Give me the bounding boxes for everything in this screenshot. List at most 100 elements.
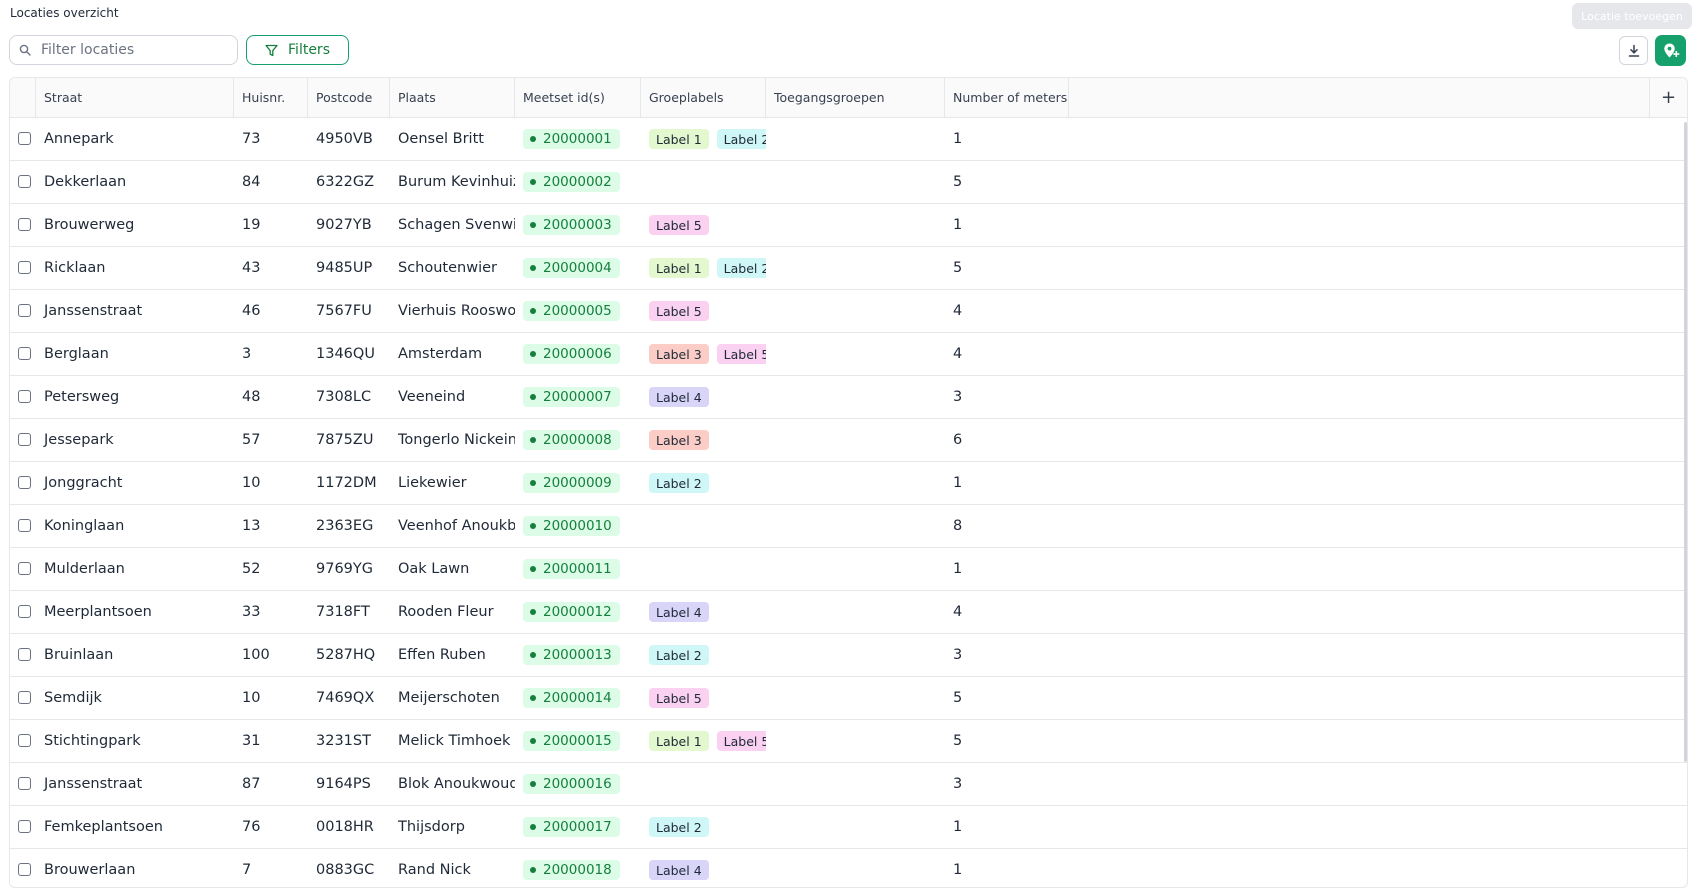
cell-number-of-meters: 5: [953, 733, 963, 749]
table-row[interactable]: Jonggracht 10 1172DM Liekewier 20000009 Label…: [10, 462, 1687, 505]
meetset-badge[interactable]: 20000013: [523, 645, 620, 665]
meetset-badge[interactable]: 20000007: [523, 387, 620, 407]
cell-groeplabels: [641, 763, 766, 805]
meetset-badge[interactable]: 20000015: [523, 731, 620, 751]
column-header-toegangsgroepen[interactable]: Toegangsgroepen: [766, 78, 945, 117]
status-dot-icon: [530, 781, 536, 787]
row-checkbox[interactable]: [18, 433, 31, 446]
status-dot-icon: [530, 523, 536, 529]
meetset-badge[interactable]: 20000003: [523, 215, 620, 235]
meetset-badge[interactable]: 20000017: [523, 817, 620, 837]
row-checkbox[interactable]: [18, 691, 31, 704]
status-dot-icon: [530, 867, 536, 873]
meetset-badge[interactable]: 20000008: [523, 430, 620, 450]
column-header-huisnr[interactable]: Huisnr.: [234, 78, 308, 117]
table-header: Straat Huisnr. Postcode Plaats Meetset i…: [10, 78, 1687, 118]
table-row[interactable]: Jessepark 57 7875ZU Tongerlo Nickeind 200000…: [10, 419, 1687, 462]
meetset-badge[interactable]: 20000018: [523, 860, 620, 880]
meetset-badge[interactable]: 20000016: [523, 774, 620, 794]
table-row[interactable]: Meerplantsoen 33 7318FT Rooden Fleur 2000001…: [10, 591, 1687, 634]
table-row[interactable]: Petersweg 48 7308LC Veeneind 20000007 Label 4…: [10, 376, 1687, 419]
row-checkbox[interactable]: [18, 347, 31, 360]
cell-plaats: Amsterdam: [398, 346, 483, 362]
row-checkbox[interactable]: [18, 777, 31, 790]
cell-huisnr: 7: [242, 862, 252, 878]
group-label-badge: Label 5: [649, 215, 709, 235]
column-header-groeplabels[interactable]: Groeplabels: [641, 78, 766, 117]
column-header-number-of-meters[interactable]: Number of meters: [945, 78, 1069, 117]
table-row[interactable]: Koninglaan 13 2363EG Veenhof Anoukburg 20000…: [10, 505, 1687, 548]
table-row[interactable]: Brouwerweg 19 9027YB Schagen Svenwijk 200000…: [10, 204, 1687, 247]
column-header-meetset[interactable]: Meetset id(s): [515, 78, 641, 117]
meetset-id: 20000006: [543, 346, 612, 362]
meetset-badge[interactable]: 20000012: [523, 602, 620, 622]
meetset-badge[interactable]: 20000014: [523, 688, 620, 708]
meetset-badge[interactable]: 20000011: [523, 559, 620, 579]
table-row[interactable]: Ricklaan 43 9485UP Schoutenwier 20000004 Labe…: [10, 247, 1687, 290]
table-row[interactable]: Berglaan 3 1346QU Amsterdam 20000006 Label 3L…: [10, 333, 1687, 376]
cell-toegangsgroepen: [766, 849, 945, 887]
download-button[interactable]: [1619, 36, 1648, 65]
row-checkbox[interactable]: [18, 605, 31, 618]
meetset-badge[interactable]: 20000001: [523, 129, 620, 149]
cell-meetset: 20000017: [515, 806, 641, 848]
meetset-badge[interactable]: 20000002: [523, 172, 620, 192]
row-checkbox[interactable]: [18, 390, 31, 403]
row-checkbox[interactable]: [18, 218, 31, 231]
cell-straat: Koninglaan: [44, 518, 125, 534]
row-checkbox[interactable]: [18, 820, 31, 833]
cell-huisnr: 43: [242, 260, 261, 276]
cell-plaats: Burum Kevinhuizen: [398, 174, 515, 190]
status-dot-icon: [530, 437, 536, 443]
cell-straat: Annepark: [44, 131, 114, 147]
table-row[interactable]: Dekkerlaan 84 6322GZ Burum Kevinhuizen 20000…: [10, 161, 1687, 204]
filters-button[interactable]: Filters: [246, 35, 349, 65]
cell-meetset: 20000012: [515, 591, 641, 633]
group-label-badge: Label 4: [649, 387, 709, 407]
add-location-button[interactable]: Locatie toevoegen: [1572, 3, 1692, 29]
row-checkbox[interactable]: [18, 562, 31, 575]
row-checkbox[interactable]: [18, 132, 31, 145]
add-column-button[interactable]: +: [1649, 78, 1687, 117]
vertical-scrollbar[interactable]: [1684, 122, 1687, 762]
cell-number-of-meters: 4: [953, 346, 963, 362]
column-header-plaats[interactable]: Plaats: [390, 78, 515, 117]
table-row[interactable]: Semdijk 10 7469QX Meijerschoten 20000014 Labe…: [10, 677, 1687, 720]
table-row[interactable]: Mulderlaan 52 9769YG Oak Lawn 20000011 1: [10, 548, 1687, 591]
cell-toegangsgroepen: [766, 376, 945, 418]
row-checkbox[interactable]: [18, 519, 31, 532]
row-checkbox[interactable]: [18, 648, 31, 661]
row-checkbox[interactable]: [18, 734, 31, 747]
table-row[interactable]: Stichtingpark 31 3231ST Melick Timhoek 20000…: [10, 720, 1687, 763]
row-checkbox[interactable]: [18, 304, 31, 317]
meetset-badge[interactable]: 20000010: [523, 516, 620, 536]
cell-number-of-meters: 1: [953, 862, 963, 878]
meetset-badge[interactable]: 20000004: [523, 258, 620, 278]
cell-huisnr: 87: [242, 776, 261, 792]
row-checkbox[interactable]: [18, 476, 31, 489]
table-row[interactable]: Annepark 73 4950VB Oensel Britt 20000001 Labe…: [10, 118, 1687, 161]
row-checkbox[interactable]: [18, 261, 31, 274]
meetset-badge[interactable]: 20000009: [523, 473, 620, 493]
column-header-straat[interactable]: Straat: [36, 78, 234, 117]
table-row[interactable]: Brouwerlaan 7 0883GC Rand Nick 20000018 Label…: [10, 849, 1687, 887]
table-row[interactable]: Janssenstraat 87 9164PS Blok Anoukwoude 2000…: [10, 763, 1687, 806]
cell-plaats: Veeneind: [398, 389, 466, 405]
meetset-badge[interactable]: 20000006: [523, 344, 620, 364]
column-header-postcode[interactable]: Postcode: [308, 78, 390, 117]
row-checkbox[interactable]: [18, 175, 31, 188]
cell-toegangsgroepen: [766, 806, 945, 848]
group-label-badge: Label 5: [649, 301, 709, 321]
table-row[interactable]: Femkeplantsoen 76 0018HR Thijsdorp 20000017 L…: [10, 806, 1687, 849]
meetset-badge[interactable]: 20000005: [523, 301, 620, 321]
table-row[interactable]: Bruinlaan 100 5287HQ Effen Ruben 20000013 Lab…: [10, 634, 1687, 677]
cell-straat: Brouwerweg: [44, 217, 135, 233]
table-row[interactable]: Janssenstraat 46 7567FU Vierhuis Rooswoud 20…: [10, 290, 1687, 333]
cell-huisnr: 31: [242, 733, 261, 749]
group-label-badge: Label 2: [649, 645, 709, 665]
add-location-pin-button[interactable]: [1655, 35, 1686, 66]
row-checkbox[interactable]: [18, 863, 31, 876]
cell-huisnr: 10: [242, 475, 261, 491]
search-box[interactable]: [9, 35, 238, 65]
search-input[interactable]: [39, 41, 223, 59]
